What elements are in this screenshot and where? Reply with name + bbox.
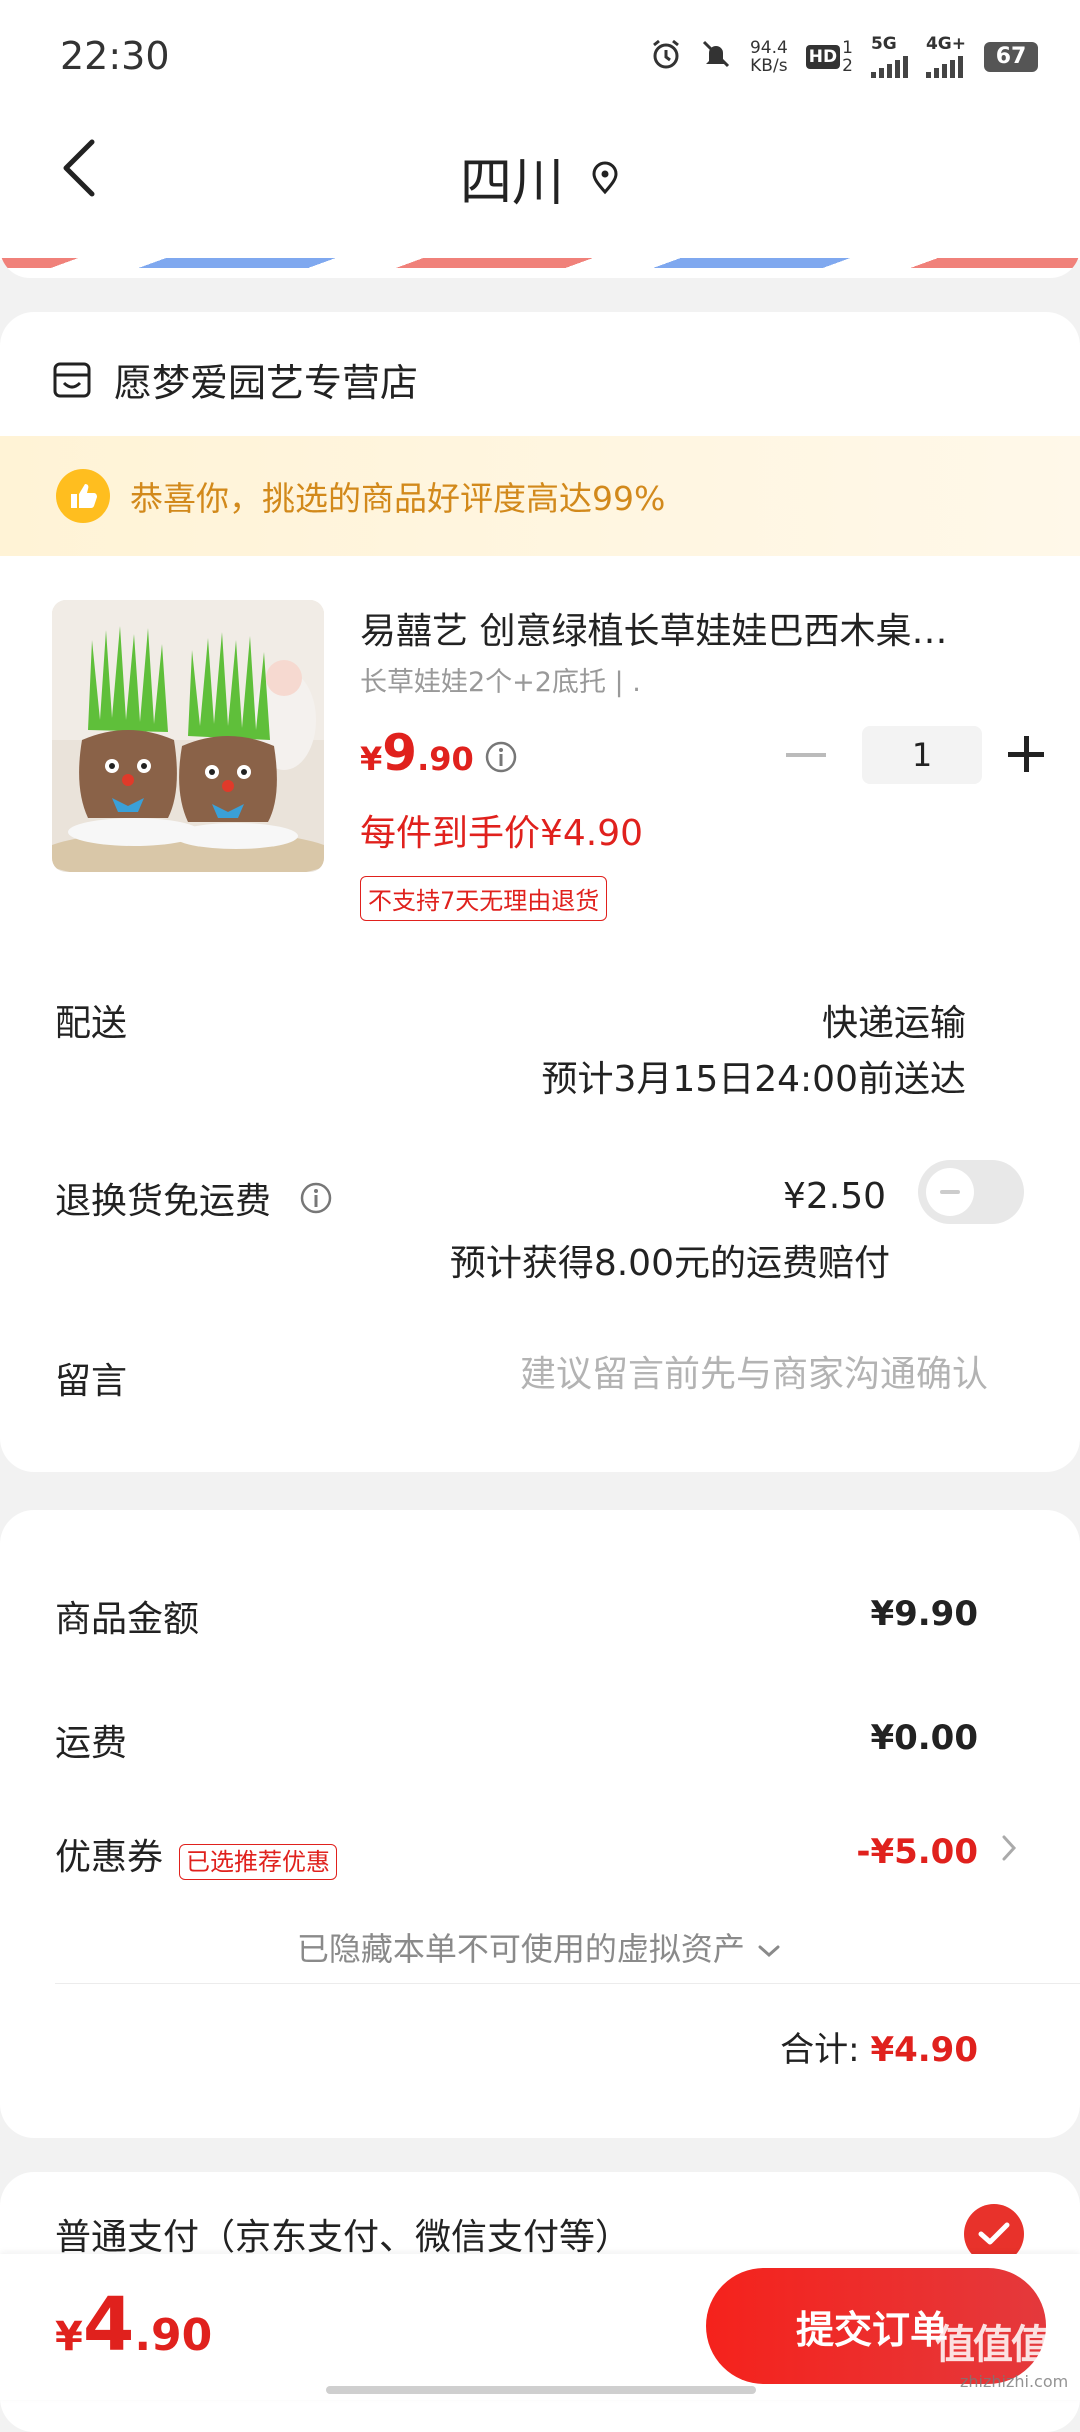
total-value: ¥4.90: [870, 2030, 978, 2070]
return-shipping-toggle[interactable]: [918, 1160, 1024, 1224]
hd-icon: HD 12: [805, 39, 853, 75]
delivery-eta: 预计3月15日24:00前送达: [541, 1059, 966, 1100]
coupon-row[interactable]: 优惠券 已选推荐优惠: [55, 1828, 338, 1880]
product-title[interactable]: 易囍艺 创意绿植长草娃娃巴西木桌…: [360, 602, 1000, 654]
hidden-assets-toggle[interactable]: 已隐藏本单不可使用的虚拟资产: [0, 1924, 1080, 1970]
divider: [55, 1983, 1080, 1984]
return-shipping-price: ¥2.50: [782, 1176, 886, 1217]
mute-bell-icon: [700, 38, 732, 76]
watermark-logo: 值值值: [935, 2322, 1051, 2368]
coupon-value[interactable]: -¥5.00: [856, 1832, 978, 1872]
goods-amount-value: ¥9.90: [870, 1594, 978, 1634]
status-time: 22:30: [60, 34, 170, 78]
shipping-fee-value: ¥0.00: [870, 1718, 978, 1758]
address-selector[interactable]: 四川: [0, 140, 1080, 215]
return-compensation-text: 预计获得8.00元的运费赔付: [449, 1243, 890, 1284]
product-spec[interactable]: 长草娃娃2个+2底托 | .: [360, 660, 641, 699]
watermark-url: zhizhizhi.com: [960, 2372, 1069, 2391]
total-row: 合计: ¥4.90: [780, 2022, 978, 2071]
product-image[interactable]: [52, 600, 324, 872]
return-shipping-label: 退换货免运费: [55, 1172, 333, 1224]
coupon-badge: 已选推荐优惠: [179, 1843, 338, 1880]
order-card: 愿梦爱园艺专营店 恭喜你，挑选的商品好评度高达99% 易囍艺 创意绿植长草娃娃巴…: [0, 312, 1080, 1472]
quantity-field[interactable]: 1: [862, 726, 982, 784]
payment-method-label[interactable]: 普通支付（京东支付、微信支付等）: [55, 2208, 631, 2260]
no-return-badge: 不支持7天无理由退货: [360, 876, 608, 921]
status-icons: 94.4 KB/s HD 12 5G 4G+ 67: [650, 36, 1038, 78]
page-title: 四川: [459, 153, 564, 213]
total-label: 合计:: [780, 2030, 860, 2070]
price-info-icon[interactable]: [484, 740, 518, 778]
signal-4g-icon: 4G+: [925, 36, 966, 78]
battery-icon: 67: [984, 42, 1038, 72]
home-indicator[interactable]: [326, 2386, 756, 2394]
chevron-right-icon[interactable]: [1000, 1832, 1018, 1868]
increase-quantity-button[interactable]: [1008, 735, 1048, 775]
delivery-label: 配送: [55, 1003, 128, 1044]
info-icon[interactable]: [299, 1181, 333, 1215]
shipping-fee-label: 运费: [55, 1723, 128, 1764]
rating-promo-banner: 恭喜你，挑选的商品好评度高达99%: [0, 436, 1080, 556]
coupon-label: 优惠券: [55, 1837, 164, 1878]
promo-text: 恭喜你，挑选的商品好评度高达99%: [130, 479, 666, 518]
decrease-quantity-button[interactable]: [786, 753, 826, 757]
quantity-stepper: 1: [786, 726, 1048, 784]
delivery-method[interactable]: 快递运输: [822, 994, 966, 1046]
thumbs-up-icon: [56, 469, 110, 523]
store-icon: [53, 362, 91, 397]
message-input[interactable]: [386, 1348, 990, 1400]
store-name: 愿梦爱园艺专营店: [114, 361, 419, 405]
address-envelope-border: [0, 238, 1080, 278]
final-unit-price: 每件到手价¥4.90: [360, 813, 644, 854]
net-speed: 94.4 KB/s: [749, 38, 788, 76]
signal-5g-icon: 5G: [870, 36, 908, 78]
location-pin-icon: [592, 161, 618, 194]
goods-amount-label: 商品金额: [55, 1599, 200, 1640]
store-row[interactable]: 愿梦爱园艺专营店: [52, 352, 418, 407]
status-bar: 22:30 94.4 KB/s HD 12 5G 4G+ 67: [0, 0, 1080, 110]
toggle-knob: [926, 1168, 974, 1216]
product-price: ¥ 9 .90: [360, 724, 474, 782]
alarm-icon: [650, 38, 682, 76]
checkout-total: ¥ 4 .90: [55, 2282, 213, 2368]
message-label: 留言: [55, 1361, 128, 1402]
chevron-down-icon: [758, 1945, 780, 1958]
